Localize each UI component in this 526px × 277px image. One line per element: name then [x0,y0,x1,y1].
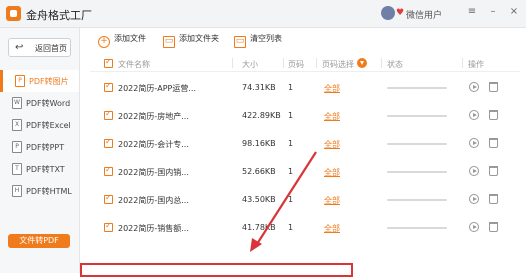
annotation-arrow [250,151,317,252]
annotation-highlight-box [80,263,353,277]
